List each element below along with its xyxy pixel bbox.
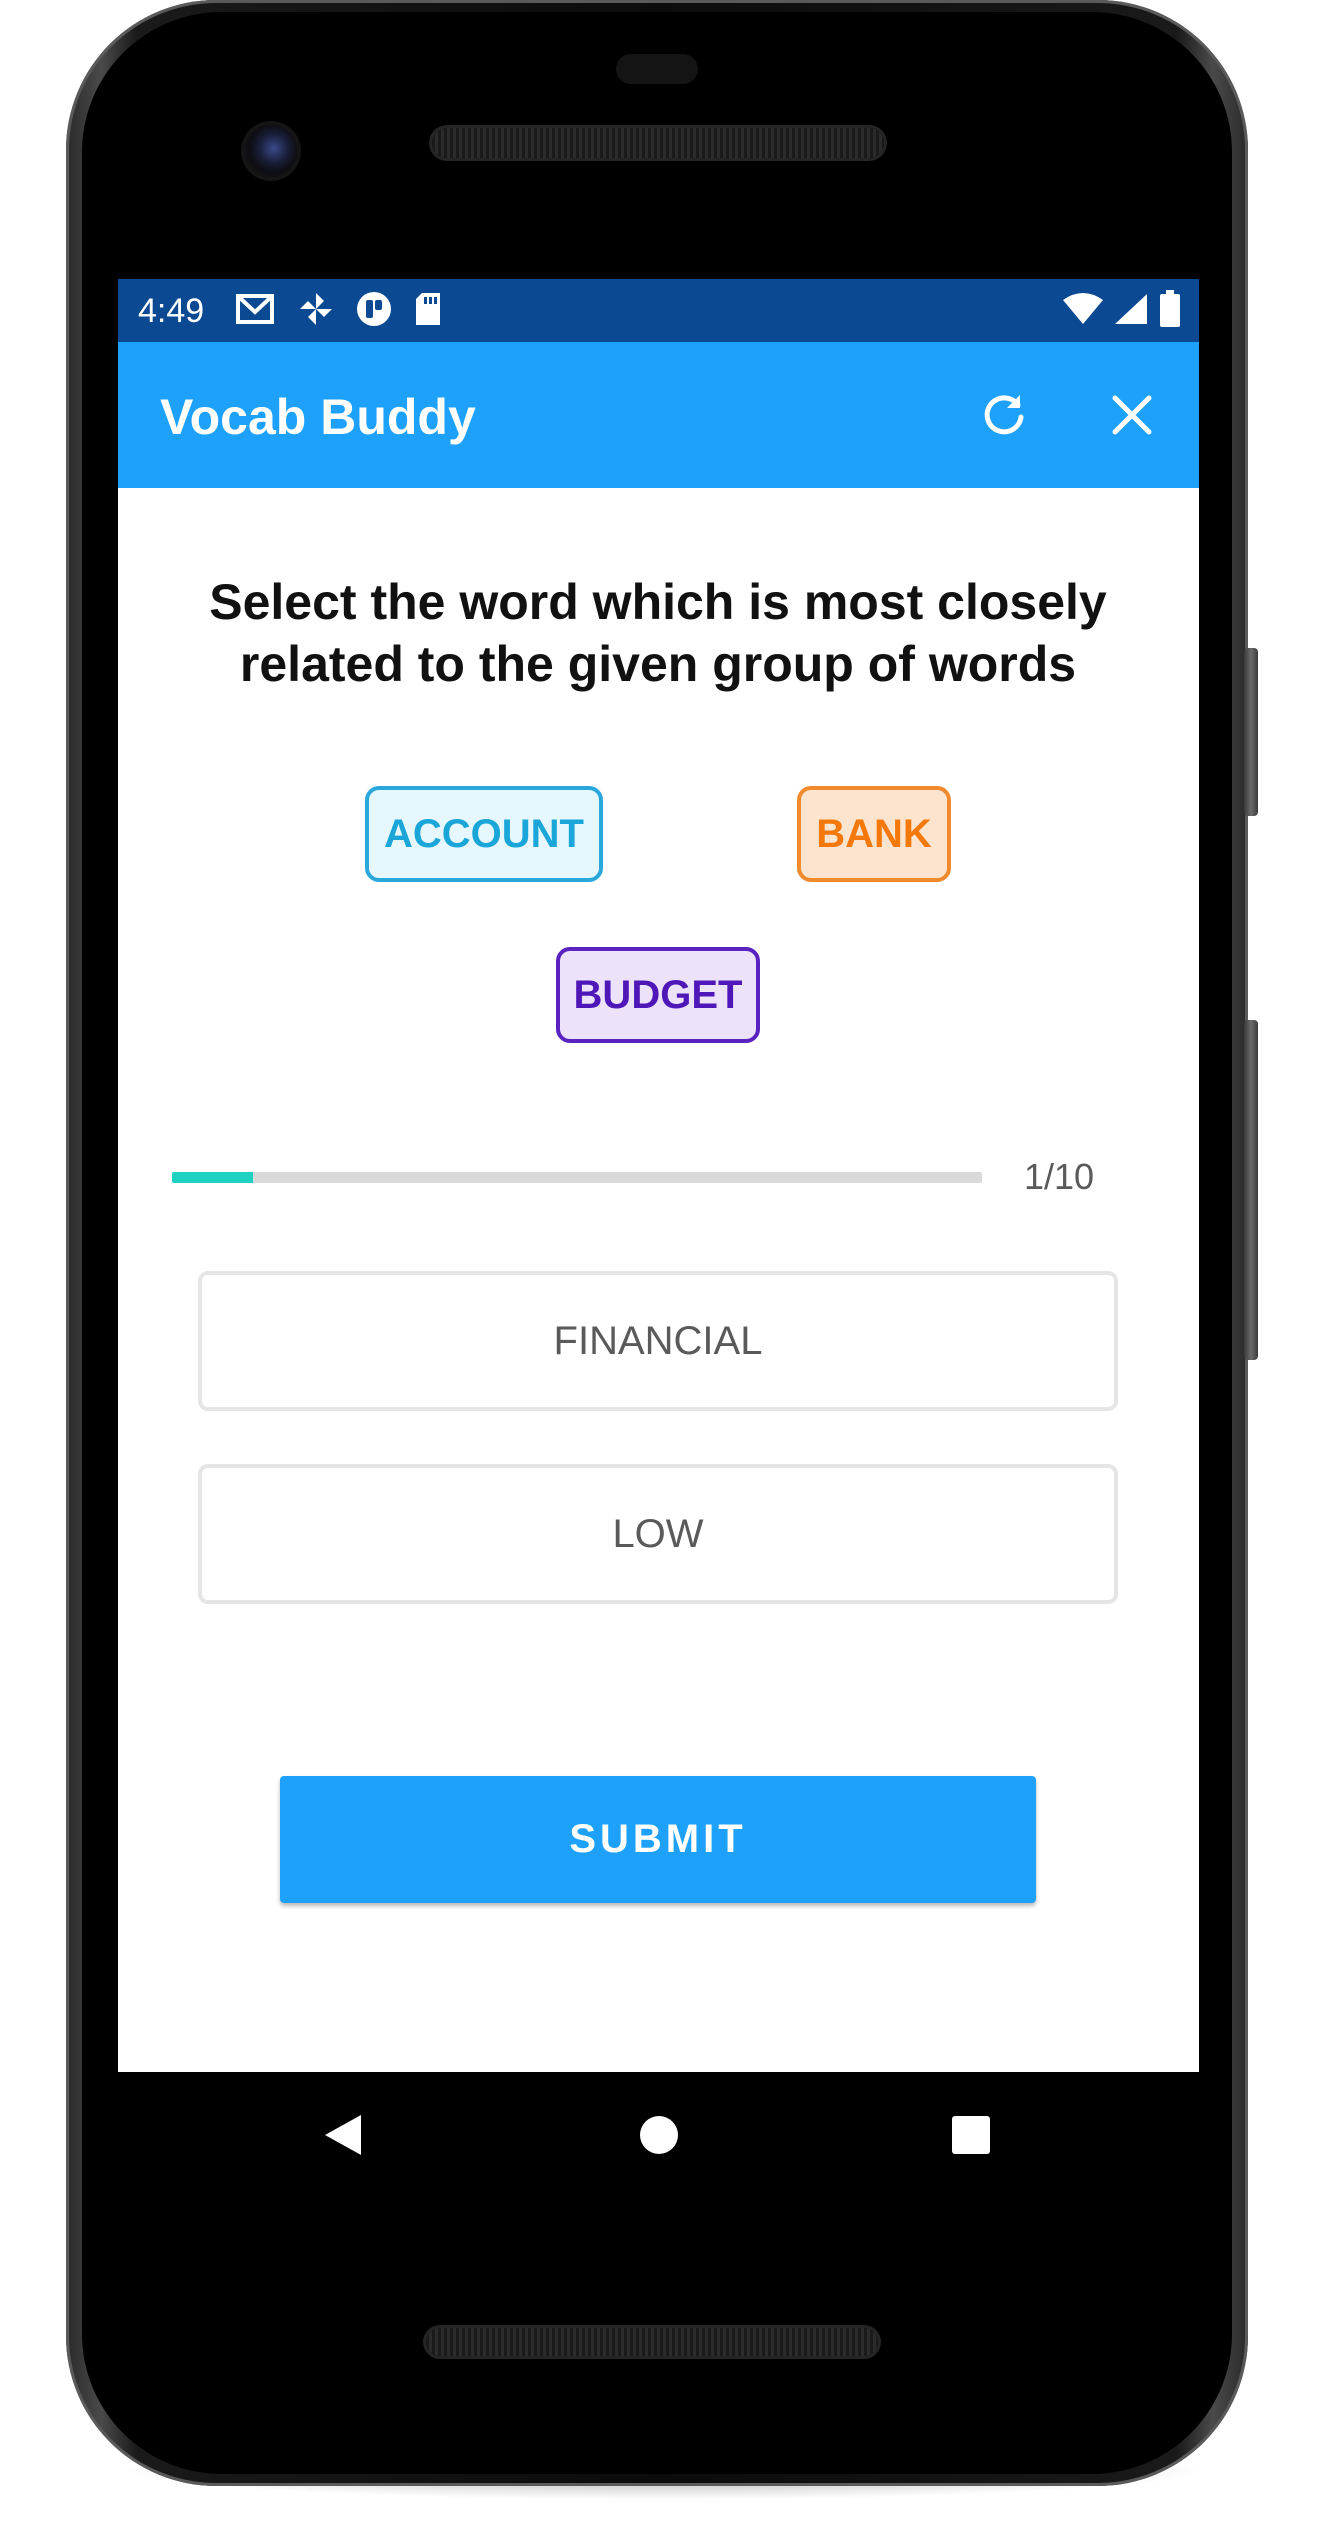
- status-notification-icons: [236, 291, 442, 332]
- close-icon: [1111, 394, 1153, 441]
- navigation-bar: [118, 2072, 1199, 2202]
- submit-label: SUBMIT: [569, 1817, 747, 1861]
- pinwheel-icon: [298, 291, 334, 332]
- back-button[interactable]: [308, 2102, 378, 2172]
- device-stage: 4:49 Vocab Buddy Select the word which i…: [0, 0, 1330, 2532]
- status-time: 4:49: [138, 292, 205, 330]
- question-text: Select the word which is most closely re…: [209, 574, 1107, 692]
- progress-label: 1/10: [1024, 1156, 1095, 1197]
- bottom-speaker: [426, 2328, 878, 2356]
- app-badge-icon: [356, 291, 392, 332]
- back-icon: [321, 2111, 365, 2164]
- signal-icon: [1113, 292, 1149, 331]
- answer-option-label: FINANCIAL: [553, 1318, 763, 1363]
- power-button: [1244, 648, 1258, 816]
- wifi-icon: [1063, 292, 1103, 331]
- status-bar: 4:49: [118, 279, 1199, 342]
- screen: 4:49 Vocab Buddy Select the word which i…: [118, 279, 1199, 2072]
- given-word-chip: ACCOUNT: [365, 786, 603, 882]
- home-button[interactable]: [624, 2102, 694, 2172]
- battery-icon: [1159, 289, 1181, 333]
- progress-bar: [172, 1172, 982, 1183]
- earpiece-speaker: [432, 128, 884, 158]
- answer-option[interactable]: LOW: [198, 1464, 1118, 1604]
- submit-button[interactable]: SUBMIT: [280, 1776, 1036, 1903]
- recents-button[interactable]: [936, 2102, 1006, 2172]
- refresh-icon: [980, 391, 1028, 444]
- recents-icon: [951, 2115, 991, 2160]
- app-title: Vocab Buddy: [160, 389, 476, 445]
- refresh-button[interactable]: [972, 385, 1036, 449]
- sd-card-icon: [414, 291, 442, 332]
- answer-option[interactable]: FINANCIAL: [198, 1271, 1118, 1411]
- given-word-chip: BUDGET: [556, 947, 760, 1043]
- home-icon: [638, 2114, 680, 2161]
- proximity-sensor: [616, 54, 698, 84]
- volume-button: [1244, 1020, 1258, 1360]
- given-word-chip: BANK: [797, 786, 951, 882]
- gmail-icon: [236, 292, 276, 331]
- status-system-icons: [1063, 289, 1181, 333]
- app-bar: Vocab Buddy: [118, 342, 1199, 488]
- answer-option-label: LOW: [612, 1511, 704, 1556]
- progress-fill: [172, 1172, 253, 1183]
- front-camera: [245, 125, 297, 177]
- close-button[interactable]: [1100, 385, 1164, 449]
